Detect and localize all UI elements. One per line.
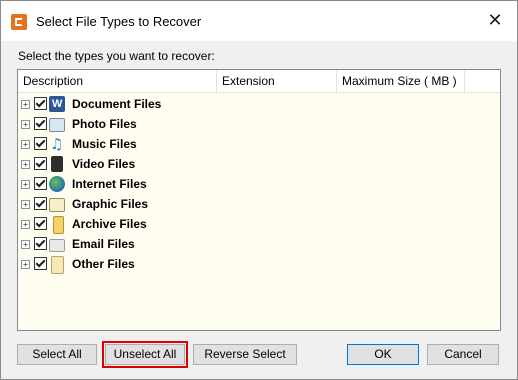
document-icon xyxy=(49,94,65,114)
list-item-label: Photo Files xyxy=(72,117,137,131)
video-icon xyxy=(51,156,63,172)
expand-icon[interactable]: + xyxy=(21,240,30,249)
checkbox-photo-files[interactable] xyxy=(34,117,47,130)
checkbox-archive-files[interactable] xyxy=(34,217,47,230)
column-header-description[interactable]: Description xyxy=(18,70,217,92)
music-icon xyxy=(49,134,65,154)
checkbox-video-files[interactable] xyxy=(34,157,47,170)
checkbox-other-files[interactable] xyxy=(34,257,47,270)
checkbox-graphic-files[interactable] xyxy=(34,197,47,210)
select-all-button[interactable]: Select All xyxy=(17,344,97,365)
photo-icon xyxy=(49,118,65,132)
list-item-document-files[interactable]: + Document Files xyxy=(18,94,500,114)
expand-icon[interactable]: + xyxy=(21,140,30,149)
expand-icon[interactable]: + xyxy=(21,260,30,269)
graphic-icon xyxy=(49,198,65,212)
list-item-photo-files[interactable]: + Photo Files xyxy=(18,114,500,134)
list-item-label: Archive Files xyxy=(72,217,147,231)
list-item-email-files[interactable]: + Email Files xyxy=(18,234,500,254)
cancel-button[interactable]: Cancel xyxy=(427,344,499,365)
expand-icon[interactable]: + xyxy=(21,100,30,109)
list-item-video-files[interactable]: + Video Files xyxy=(18,154,500,174)
list-item-label: Video Files xyxy=(72,157,136,171)
list-item-internet-files[interactable]: + Internet Files xyxy=(18,174,500,194)
expand-icon[interactable]: + xyxy=(21,160,30,169)
select-file-types-dialog: Select File Types to Recover ✕ Select th… xyxy=(0,0,518,380)
checkbox-internet-files[interactable] xyxy=(34,177,47,190)
dialog-title: Select File Types to Recover xyxy=(36,14,202,29)
other-icon xyxy=(51,256,64,274)
email-icon xyxy=(49,239,65,252)
column-header-maximum-size[interactable]: Maximum Size ( MB ) xyxy=(337,70,465,92)
list-item-label: Music Files xyxy=(72,137,137,151)
checkbox-document-files[interactable] xyxy=(34,97,47,110)
file-types-list[interactable]: Description Extension Maximum Size ( MB … xyxy=(17,69,501,331)
checkbox-music-files[interactable] xyxy=(34,137,47,150)
checkbox-email-files[interactable] xyxy=(34,237,47,250)
reverse-select-button[interactable]: Reverse Select xyxy=(193,344,297,365)
expand-icon[interactable]: + xyxy=(21,220,30,229)
list-item-other-files[interactable]: + Other Files xyxy=(18,254,500,274)
list-item-graphic-files[interactable]: + Graphic Files xyxy=(18,194,500,214)
list-item-archive-files[interactable]: + Archive Files xyxy=(18,214,500,234)
expand-icon[interactable]: + xyxy=(21,200,30,209)
ok-button[interactable]: OK xyxy=(347,344,419,365)
unselect-all-button[interactable]: Unselect All xyxy=(102,341,188,368)
expand-icon[interactable]: + xyxy=(21,120,30,129)
list-header: Description Extension Maximum Size ( MB … xyxy=(18,70,500,93)
title-bar: Select File Types to Recover ✕ xyxy=(1,1,517,41)
list-item-music-files[interactable]: + Music Files xyxy=(18,134,500,154)
instruction-text: Select the types you want to recover: xyxy=(18,49,215,63)
file-type-rows: + Document Files + Photo Files + Music F… xyxy=(18,94,500,274)
app-logo-icon xyxy=(11,14,27,30)
list-item-label: Other Files xyxy=(72,257,135,271)
list-item-label: Internet Files xyxy=(72,177,147,191)
archive-icon xyxy=(53,216,64,234)
expand-icon[interactable]: + xyxy=(21,180,30,189)
column-header-extension[interactable]: Extension xyxy=(217,70,337,92)
internet-icon xyxy=(49,176,65,192)
close-icon[interactable]: ✕ xyxy=(485,11,505,31)
list-item-label: Graphic Files xyxy=(72,197,149,211)
list-item-label: Document Files xyxy=(72,97,162,111)
list-item-label: Email Files xyxy=(72,237,135,251)
